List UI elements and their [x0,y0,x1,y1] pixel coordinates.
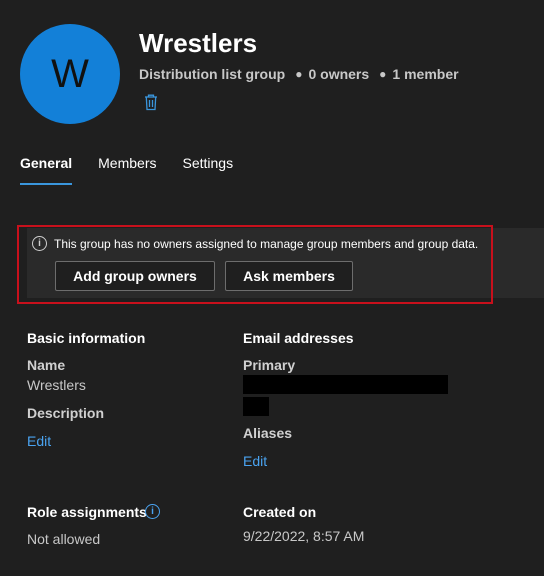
delete-group-trash-icon[interactable] [143,93,159,111]
created-on-value: 9/22/2022, 8:57 AM [243,528,365,544]
tab-bar: General Members Settings [20,155,233,185]
members-count: 1 member [392,66,459,82]
group-meta: Distribution list group ● 0 owners ● 1 m… [139,66,459,82]
name-value: Wrestlers [27,377,86,393]
basic-info-heading: Basic information [27,330,146,346]
add-group-owners-button[interactable]: Add group owners [55,261,215,291]
owners-count: 0 owners [308,66,370,82]
group-name: Wrestlers [139,28,258,58]
edit-basic-info-link[interactable]: Edit [27,433,51,449]
redacted-email [243,375,448,394]
edit-email-link[interactable]: Edit [243,453,267,469]
bullet-icon: ● [379,67,387,81]
tab-settings[interactable]: Settings [183,155,234,185]
role-assignments-heading: Role assignments [27,504,147,520]
ask-members-button[interactable]: Ask members [225,261,353,291]
email-heading: Email addresses [243,330,354,346]
aliases-label: Aliases [243,425,293,441]
group-type: Distribution list group [139,66,286,82]
bullet-icon: ● [295,67,303,81]
info-icon: i [32,236,47,251]
created-on-heading: Created on [243,504,317,520]
role-assignments-value: Not allowed [27,531,101,547]
role-info-icon[interactable]: i [145,504,160,519]
tab-general[interactable]: General [20,155,73,185]
banner-message: This group has no owners assigned to man… [54,237,479,251]
group-avatar: W [20,24,120,124]
tab-members[interactable]: Members [98,155,156,185]
primary-label: Primary [243,357,296,373]
name-label: Name [27,357,66,373]
description-label: Description [27,405,105,421]
redacted-email-domain [243,397,269,416]
